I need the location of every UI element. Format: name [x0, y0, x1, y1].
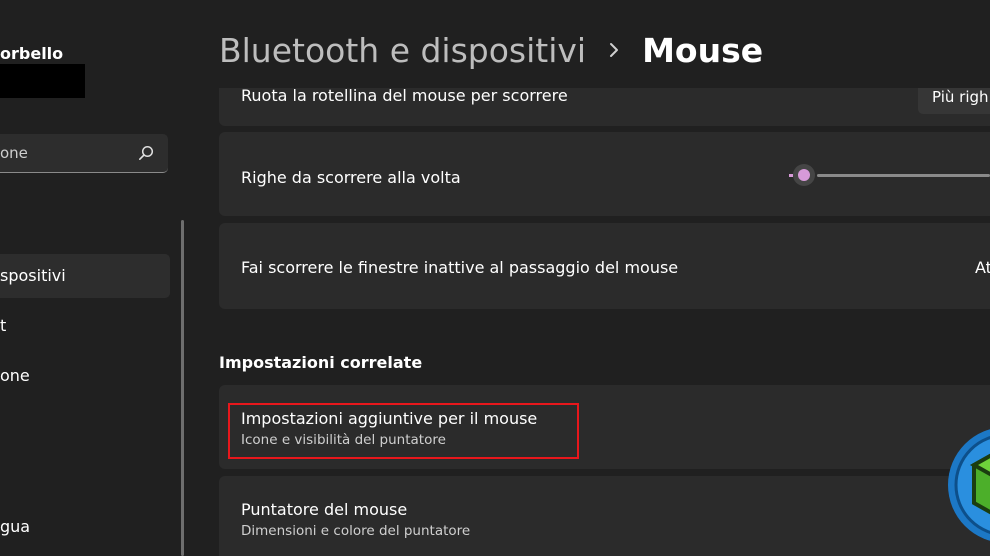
sidebar-item-network[interactable]: t	[0, 304, 170, 348]
sidebar-item-label: gua	[0, 517, 31, 536]
mouse-pointer-title: Puntatore del mouse	[241, 500, 408, 519]
mouse-pointer-subtitle: Dimensioni e colore del puntatore	[241, 523, 471, 539]
sidebar-item-time-language[interactable]: gua	[0, 505, 170, 549]
inactive-scroll-card: Fai scorrere le finestre inattive al pas…	[219, 223, 990, 309]
inactive-scroll-toggle-state[interactable]: At	[975, 258, 990, 277]
page-title: Mouse	[642, 30, 764, 70]
sidebar-scrollbar[interactable]	[181, 220, 184, 556]
inactive-scroll-label: Fai scorrere le finestre inattive al pas…	[241, 258, 679, 277]
lines-to-scroll-label: Righe da scorrere alla volta	[241, 168, 461, 187]
lines-slider-thumb[interactable]	[793, 164, 815, 186]
wheel-scroll-card: Ruota la rotellina del mouse per scorrer…	[219, 88, 990, 126]
lines-slider-track[interactable]	[817, 174, 990, 177]
search-input[interactable]: one	[0, 134, 168, 173]
breadcrumb-parent[interactable]: Bluetooth e dispositivi	[219, 31, 586, 70]
related-settings-title: Impostazioni correlate	[219, 353, 423, 372]
sidebar-item-label: one	[0, 366, 30, 385]
sidebar-item-personalization[interactable]: one	[0, 354, 170, 398]
redacted-user-email	[0, 64, 85, 98]
sidebar-item-label: spositivi	[0, 266, 66, 285]
settings-window: orbello one spositivi t one gua Bluetoot…	[0, 0, 990, 556]
mouse-pointer-card[interactable]: Puntatore del mouse Dimensioni e colore …	[219, 476, 990, 556]
wheel-scroll-value: Più righ	[932, 88, 989, 106]
chevron-right-icon	[610, 43, 619, 57]
settings-list: Ruota la rotellina del mouse per scorrer…	[219, 88, 990, 556]
watermark-logo	[948, 429, 990, 541]
wheel-scroll-label: Ruota la rotellina del mouse per scorrer…	[241, 88, 568, 105]
sidebar-item-label: t	[0, 316, 7, 335]
highlight-annotation	[228, 403, 579, 459]
search-placeholder: one	[0, 144, 28, 162]
breadcrumb: Bluetooth e dispositivi Mouse	[219, 28, 763, 72]
search-icon[interactable]	[138, 145, 154, 161]
user-name: orbello	[0, 44, 64, 63]
sidebar-item-bluetooth-devices[interactable]: spositivi	[0, 254, 170, 298]
wheel-scroll-dropdown[interactable]: Più righ	[918, 88, 990, 114]
sidebar: orbello one spositivi t one gua	[0, 0, 190, 556]
